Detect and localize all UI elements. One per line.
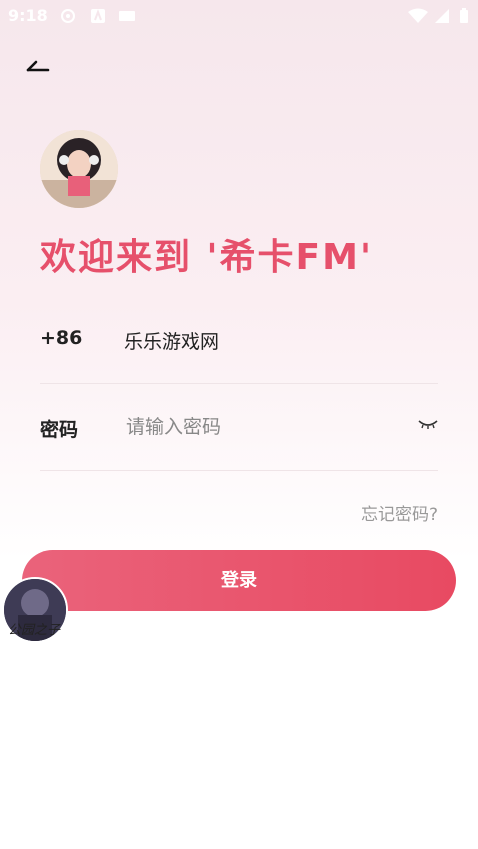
status-bar: 9:18 — [0, 0, 478, 32]
login-button[interactable]: 登录 — [22, 550, 456, 611]
a-icon — [91, 9, 105, 23]
keyboard-icon — [119, 11, 135, 21]
floating-avatar-label: 公园之子 — [8, 623, 61, 638]
phone-field[interactable]: 乐乐游戏网 — [124, 327, 219, 354]
password-row: 密码 — [40, 382, 438, 471]
welcome-title: 欢迎来到 '希卡FM' — [40, 237, 373, 278]
avatar — [40, 130, 118, 208]
eye-closed-icon[interactable] — [418, 418, 438, 430]
status-time: 9:18 — [8, 6, 48, 25]
password-label: 密码 — [40, 419, 79, 441]
phone-row: +86 乐乐游戏网 — [40, 295, 438, 384]
signal-icon — [435, 9, 449, 23]
battery-icon — [460, 8, 468, 23]
wifi-icon — [408, 8, 428, 23]
forgot-password-link[interactable]: 忘记密码? — [361, 500, 438, 525]
back-arrow-icon[interactable] — [22, 52, 54, 84]
country-code[interactable]: +86 — [40, 327, 82, 349]
password-field[interactable] — [124, 410, 398, 444]
sync-icon — [61, 9, 75, 23]
